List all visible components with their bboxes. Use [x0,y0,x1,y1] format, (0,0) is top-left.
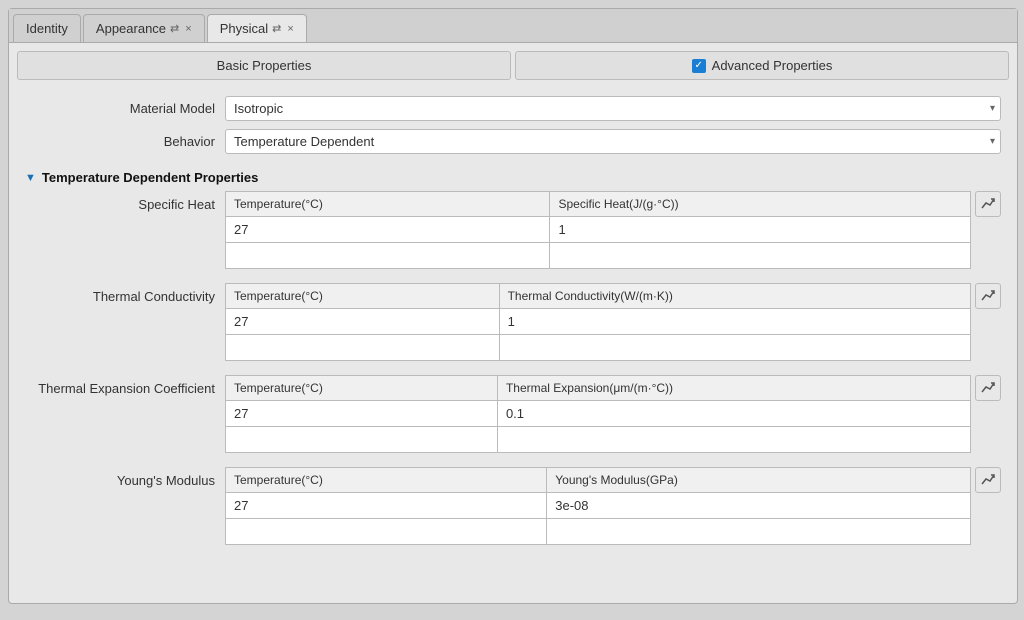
behavior-select[interactable]: Temperature Dependent [225,129,1001,154]
col2-header-thermal-conductivity: Thermal Conductivity(W/(m·K)) [499,284,970,309]
basic-properties-button[interactable]: Basic Properties [17,51,511,80]
prop-label-thermal-conductivity: Thermal Conductivity [25,283,225,304]
row2-col1-specific-heat [226,243,550,269]
prop-table-wrapper-thermal-conductivity: Temperature(°C) Thermal Conductivity(W/(… [225,283,1001,361]
tab-appearance[interactable]: Appearance ⇄ × [83,14,205,42]
chart-button-thermal-conductivity[interactable] [975,283,1001,309]
tab-physical[interactable]: Physical ⇄ × [207,14,307,42]
material-model-select[interactable]: Isotropic [225,96,1001,121]
section-title: Temperature Dependent Properties [42,170,258,185]
property-section-thermal-expansion: Thermal Expansion Coefficient Temperatur… [25,375,1001,453]
prop-table-youngs-modulus: Temperature(°C) Young's Modulus(GPa) 27 … [225,467,971,545]
tab-bar: Identity Appearance ⇄ × Physical ⇄ × [9,9,1017,43]
prop-table-wrapper-thermal-expansion: Temperature(°C) Thermal Expansion(μm/(m·… [225,375,1001,453]
behavior-row: Behavior Temperature Dependent ▾ [25,129,1001,154]
col1-header-youngs-modulus: Temperature(°C) [226,468,547,493]
physical-close-icon[interactable]: × [287,23,293,35]
prop-table-thermal-expansion: Temperature(°C) Thermal Expansion(μm/(m·… [225,375,971,453]
prop-label-specific-heat: Specific Heat [25,191,225,212]
row1-col2-specific-heat: 1 [550,217,971,243]
appearance-close-icon[interactable]: × [185,23,191,35]
row2-col1-thermal-expansion [226,427,498,453]
material-model-control: Isotropic ▾ [225,96,1001,121]
col1-header-thermal-expansion: Temperature(°C) [226,376,498,401]
row1-col2-youngs-modulus: 3e-08 [547,493,971,519]
property-section-specific-heat: Specific Heat Temperature(°C) Specific H… [25,191,1001,269]
col2-header-youngs-modulus: Young's Modulus(GPa) [547,468,971,493]
prop-table-thermal-conductivity: Temperature(°C) Thermal Conductivity(W/(… [225,283,971,361]
table-row: 27 0.1 [226,401,971,427]
prop-table-wrapper-youngs-modulus: Temperature(°C) Young's Modulus(GPa) 27 … [225,467,1001,545]
app-window: Identity Appearance ⇄ × Physical ⇄ × Bas… [8,8,1018,604]
tab-identity-label: Identity [26,21,68,36]
row2-col1-youngs-modulus [226,519,547,545]
section-collapse-icon[interactable]: ▼ [25,172,36,184]
material-model-row: Material Model Isotropic ▾ [25,96,1001,121]
prop-label-youngs-modulus: Young's Modulus [25,467,225,488]
table-row-empty [226,519,971,545]
col1-header-specific-heat: Temperature(°C) [226,192,550,217]
col2-header-specific-heat: Specific Heat(J/(g·°C)) [550,192,971,217]
table-row-empty [226,335,971,361]
row2-col2-thermal-conductivity [499,335,970,361]
chart-button-specific-heat[interactable] [975,191,1001,217]
basic-properties-label: Basic Properties [217,58,312,73]
advanced-properties-button[interactable]: ✓ Advanced Properties [515,51,1009,80]
row2-col2-specific-heat [550,243,971,269]
chart-button-youngs-modulus[interactable] [975,467,1001,493]
section-header: ▼ Temperature Dependent Properties [25,162,1001,191]
physical-settings-icon: ⇄ [272,22,281,35]
row1-col2-thermal-conductivity: 1 [499,309,970,335]
behavior-label: Behavior [25,134,225,149]
behavior-control: Temperature Dependent ▾ [225,129,1001,154]
chart-icon-thermal-expansion [980,380,996,396]
prop-table-specific-heat: Temperature(°C) Specific Heat(J/(g·°C)) … [225,191,971,269]
appearance-settings-icon: ⇄ [170,22,179,35]
property-section-thermal-conductivity: Thermal Conductivity Temperature(°C) The… [25,283,1001,361]
table-row: 27 1 [226,309,971,335]
table-row-empty [226,243,971,269]
row2-col2-thermal-expansion [497,427,970,453]
toolbar: Basic Properties ✓ Advanced Properties [9,43,1017,88]
advanced-checkbox-icon: ✓ [692,59,706,73]
row1-col1-specific-heat: 27 [226,217,550,243]
row2-col1-thermal-conductivity [226,335,500,361]
row2-col2-youngs-modulus [547,519,971,545]
col1-header-thermal-conductivity: Temperature(°C) [226,284,500,309]
chart-icon-youngs-modulus [980,472,996,488]
chart-button-thermal-expansion[interactable] [975,375,1001,401]
table-row-empty [226,427,971,453]
prop-label-thermal-expansion: Thermal Expansion Coefficient [25,375,225,396]
row1-col1-youngs-modulus: 27 [226,493,547,519]
row1-col1-thermal-conductivity: 27 [226,309,500,335]
form-area: Material Model Isotropic ▾ Behavior [9,88,1017,603]
tab-identity[interactable]: Identity [13,14,81,42]
table-row: 27 1 [226,217,971,243]
chart-icon-specific-heat [980,196,996,212]
row1-col2-thermal-expansion: 0.1 [497,401,970,427]
tab-physical-label: Physical [220,21,268,36]
chart-icon-thermal-conductivity [980,288,996,304]
prop-table-wrapper-specific-heat: Temperature(°C) Specific Heat(J/(g·°C)) … [225,191,1001,269]
col2-header-thermal-expansion: Thermal Expansion(μm/(m·°C)) [497,376,970,401]
tab-appearance-label: Appearance [96,21,166,36]
content-area: Basic Properties ✓ Advanced Properties M… [9,43,1017,603]
material-model-label: Material Model [25,101,225,116]
property-section-youngs-modulus: Young's Modulus Temperature(°C) Young's … [25,467,1001,545]
advanced-properties-label: Advanced Properties [712,58,833,73]
properties-container: Specific Heat Temperature(°C) Specific H… [25,191,1001,545]
table-row: 27 3e-08 [226,493,971,519]
row1-col1-thermal-expansion: 27 [226,401,498,427]
